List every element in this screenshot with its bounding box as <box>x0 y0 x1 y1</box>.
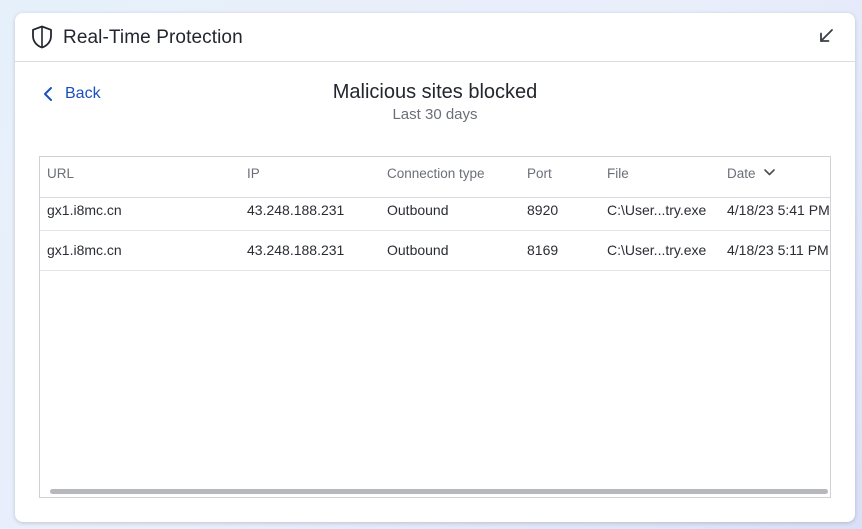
column-header-connection-type[interactable]: Connection type <box>387 157 485 190</box>
cell-url: gx1.i8mc.cn <box>47 242 122 258</box>
cell-port: 8920 <box>527 202 559 218</box>
table-row[interactable]: gx1.i8mc.cn 43.248.188.231 Outbound 8169… <box>40 230 830 271</box>
column-header-url[interactable]: URL <box>47 157 74 190</box>
page-subtitle: Last 30 days <box>392 106 478 123</box>
column-header-port[interactable]: Port <box>527 157 552 190</box>
cell-date: 4/18/23 5:41 PM <box>727 202 830 218</box>
column-header-file[interactable]: File <box>607 157 629 190</box>
horizontal-scrollbar[interactable] <box>50 489 828 494</box>
cell-date: 4/18/23 5:11 PM <box>727 242 829 258</box>
cell-ip: 43.248.188.231 <box>247 202 345 218</box>
chevron-down-icon <box>764 169 776 176</box>
column-header-date[interactable]: Date <box>727 157 776 190</box>
table-row[interactable]: gx1.i8mc.cn 43.248.188.231 Outbound 8920… <box>40 190 830 231</box>
main-window: Real-Time Protection Back Malicious site… <box>15 13 855 522</box>
shield-icon <box>32 25 52 49</box>
blocked-sites-table: URL IP Connection type Port File Date gx… <box>39 156 831 498</box>
column-header-date-label: Date <box>727 166 756 181</box>
page-title: Malicious sites blocked <box>332 81 538 103</box>
cell-ip: 43.248.188.231 <box>247 242 345 258</box>
cell-port: 8169 <box>527 242 559 258</box>
window-title: Real-Time Protection <box>63 27 243 48</box>
title-bar: Real-Time Protection <box>15 13 855 62</box>
cell-url: gx1.i8mc.cn <box>47 202 122 218</box>
cell-connection-type: Outbound <box>387 242 449 258</box>
minimize-arrow-icon[interactable] <box>817 27 835 45</box>
cell-file: C:\User...try.exe <box>607 242 707 258</box>
cell-file: C:\User...try.exe <box>607 202 707 218</box>
column-header-ip[interactable]: IP <box>247 157 260 190</box>
cell-connection-type: Outbound <box>387 202 449 218</box>
